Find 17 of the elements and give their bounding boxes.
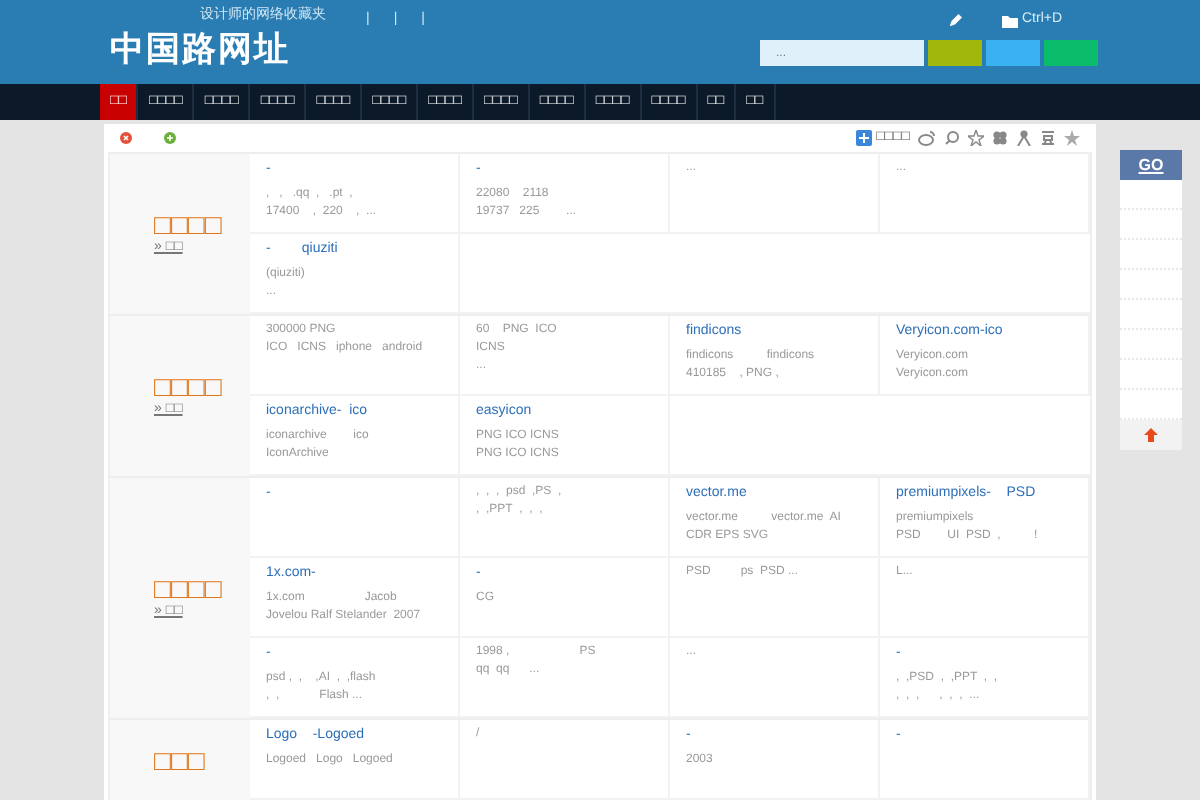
clover-icon[interactable] [992,130,1008,146]
category-title[interactable]: □□□ [154,746,234,774]
folder-icon[interactable] [1002,13,1018,28]
weibo-icon[interactable] [918,130,936,146]
site-logo[interactable]: 中国路网址 [110,32,290,66]
category-title[interactable]: □□□□ [154,573,234,602]
go-button[interactable]: GO [1120,150,1182,180]
close-icon[interactable] [120,132,132,144]
star-icon[interactable] [968,130,984,146]
star-icon[interactable] [1064,130,1080,146]
category-title[interactable]: □□□□ [154,371,234,400]
person-icon[interactable] [1016,130,1032,146]
add-icon[interactable] [164,132,176,144]
up-arrow-icon[interactable] [1144,428,1158,442]
pencil-icon[interactable] [948,13,962,28]
category-title[interactable]: □□□□ [154,209,234,238]
plus-icon[interactable] [856,130,873,146]
